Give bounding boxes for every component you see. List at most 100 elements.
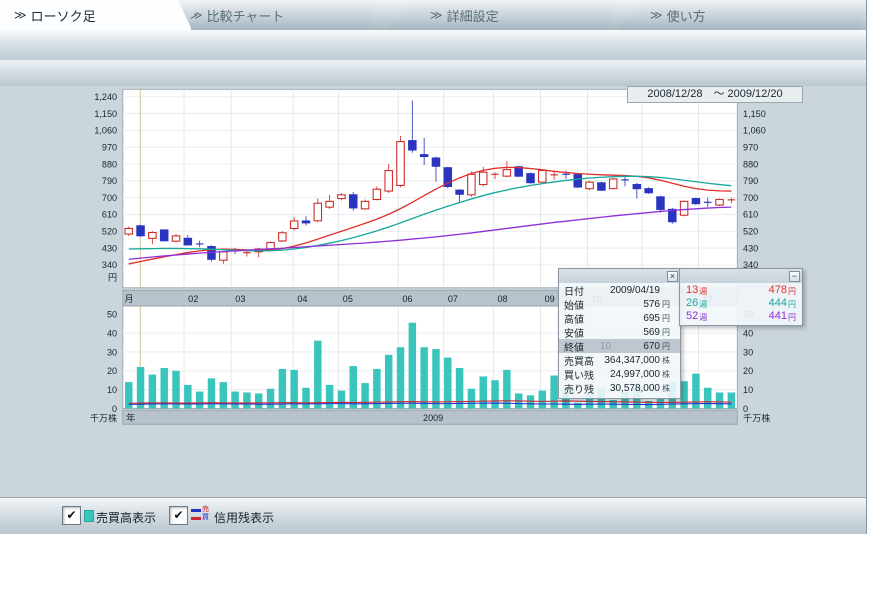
price-tooltip: × 日付2009/04/19 始値576円 高値695円 安値569円 終値10… (558, 268, 681, 399)
tab-bar: ≫ ローソク足 ≫ 比較チャート ≫ 詳細設定 ≫ 使い方 (0, 0, 866, 31)
tooltip-row: 売り残30,578,000株 (559, 381, 680, 398)
svg-text:02: 02 (188, 294, 198, 304)
legend-row-ma52: 52週441円 (680, 309, 802, 325)
svg-text:0: 0 (112, 404, 117, 414)
svg-text:05: 05 (343, 294, 353, 304)
svg-text:20: 20 (743, 366, 753, 376)
credit-checkbox[interactable]: ✔ (169, 506, 188, 525)
svg-text:430: 430 (102, 243, 117, 253)
svg-text:1,150: 1,150 (94, 109, 117, 119)
credit-toggle-label: 信用残表示 (214, 509, 274, 526)
tooltip-row-close-price: 終値10670円 (559, 339, 680, 353)
svg-text:千万株: 千万株 (90, 413, 117, 424)
tooltip-titlebar: × (559, 269, 680, 283)
tab-label: ローソク足 (31, 6, 96, 25)
svg-text:円: 円 (108, 272, 117, 282)
svg-text:880: 880 (102, 159, 117, 169)
chevron-icon: ≫ (190, 8, 201, 22)
legend-row-ma26: 26週444円 (680, 296, 802, 309)
svg-text:0: 0 (743, 404, 748, 414)
svg-text:07: 07 (448, 294, 458, 304)
close-icon[interactable]: × (667, 271, 678, 282)
svg-text:10: 10 (107, 385, 117, 395)
credit-lines-icon: 売 買 (191, 506, 211, 524)
tooltip-label: 始値 (564, 297, 600, 312)
tab-candlestick[interactable]: ≫ ローソク足 (0, 0, 192, 30)
tooltip-label: 終値 (564, 339, 600, 354)
period-row: ▼ 日足 週足 月足 1年間 ▼ 任意期間 印 刷 移動平均線 一目均衡表 価格… (0, 60, 866, 87)
legend-row-ma13: 13週478円 (680, 283, 802, 296)
svg-text:08: 08 (497, 294, 507, 304)
chevron-icon: ≫ (14, 8, 25, 22)
svg-text:06: 06 (402, 294, 412, 304)
tooltip-label: 高値 (564, 311, 600, 326)
tooltip-row: 買い残24,997,000株 (559, 367, 680, 381)
stock-chart-app: ≫ ローソク足 ≫ 比較チャート ≫ 詳細設定 ≫ 使い方 検索 東京 ▼ 経済… (0, 0, 867, 534)
tab-compare-chart[interactable]: ≫ 比較チャート (176, 0, 376, 30)
svg-text:520: 520 (102, 227, 117, 237)
tab-label: 比較チャート (207, 6, 285, 25)
tab-detail-settings[interactable]: ≫ 詳細設定 (386, 0, 616, 30)
volume-toggle-label: 売買高表示 (96, 509, 156, 526)
chart-section: 月0203040506070809101112年20091,2401,2401,… (0, 86, 866, 497)
tooltip-value: 695 (600, 313, 660, 324)
tooltip-row: 売買高364,347,000株 (559, 353, 680, 367)
legend-unit: 円 (787, 283, 796, 297)
search-row: 検索 東京 ▼ 経済指標の描画 (0, 30, 866, 61)
credit-buy-char: 買 (202, 514, 209, 522)
tooltip-unit: 株 (660, 355, 675, 366)
svg-text:610: 610 (102, 210, 117, 220)
svg-text:40: 40 (107, 328, 117, 338)
svg-text:50: 50 (107, 310, 117, 320)
svg-text:430: 430 (743, 243, 758, 253)
svg-text:年: 年 (126, 412, 135, 423)
legend-period-unit: 週 (698, 283, 707, 297)
bottom-bar: ✔ 売買高表示 ✔ 売 買 信用残表示 ---選択して下さい--- ▼ ／ 移動… (0, 497, 866, 534)
tab-label: 使い方 (667, 6, 706, 25)
tab-label: 詳細設定 (447, 6, 499, 25)
tooltip-value: 670 (616, 341, 660, 352)
tooltip-unit: 円 (660, 327, 675, 338)
tooltip-label: 売り残 (564, 381, 600, 396)
tooltip-unit: 円 (660, 299, 675, 310)
svg-text:520: 520 (743, 227, 758, 237)
svg-text:700: 700 (743, 193, 758, 203)
svg-text:40: 40 (743, 328, 753, 338)
svg-text:340: 340 (102, 260, 117, 270)
svg-text:30: 30 (107, 347, 117, 357)
volume-checkbox[interactable]: ✔ (62, 506, 81, 525)
tooltip-value: 364,347,000 (600, 355, 660, 366)
svg-text:700: 700 (102, 193, 117, 203)
tooltip-value: 576 (600, 299, 660, 310)
svg-text:2009: 2009 (423, 413, 443, 423)
tooltip-unit: 円 (660, 341, 675, 352)
svg-text:10: 10 (743, 385, 753, 395)
legend-period: 13 (686, 284, 698, 296)
tab-help[interactable]: ≫ 使い方 (616, 0, 866, 30)
legend-period-unit: 週 (698, 309, 707, 323)
tooltip-unit: 株 (660, 383, 675, 394)
legend-period: 52 (686, 310, 698, 322)
legend-value: 441 (769, 310, 787, 322)
chevron-icon: ≫ (430, 8, 441, 22)
svg-text:1,060: 1,060 (743, 126, 766, 136)
tooltip-value: 2009/04/19 (600, 285, 660, 296)
svg-text:04: 04 (297, 294, 307, 304)
svg-text:790: 790 (743, 176, 758, 186)
page: ≫ ローソク足 ≫ 比較チャート ≫ 詳細設定 ≫ 使い方 検索 東京 ▼ 経済… (0, 0, 875, 607)
tooltip-row: 日付2009/04/19 (559, 283, 680, 297)
legend-titlebar: − (680, 269, 802, 283)
svg-text:1,060: 1,060 (94, 126, 117, 136)
svg-text:880: 880 (743, 159, 758, 169)
tooltip-label: 買い残 (564, 367, 600, 382)
tooltip-row: 高値695円 (559, 311, 680, 325)
svg-text:790: 790 (102, 176, 117, 186)
chevron-icon: ≫ (650, 8, 661, 22)
tooltip-value: 24,997,000 (600, 369, 660, 380)
legend-unit: 円 (787, 296, 796, 310)
svg-text:30: 30 (743, 347, 753, 357)
tooltip-value: 569 (600, 327, 660, 338)
legend-period-unit: 週 (698, 296, 707, 310)
minimize-icon[interactable]: − (789, 271, 800, 282)
legend-value: 444 (769, 297, 787, 309)
